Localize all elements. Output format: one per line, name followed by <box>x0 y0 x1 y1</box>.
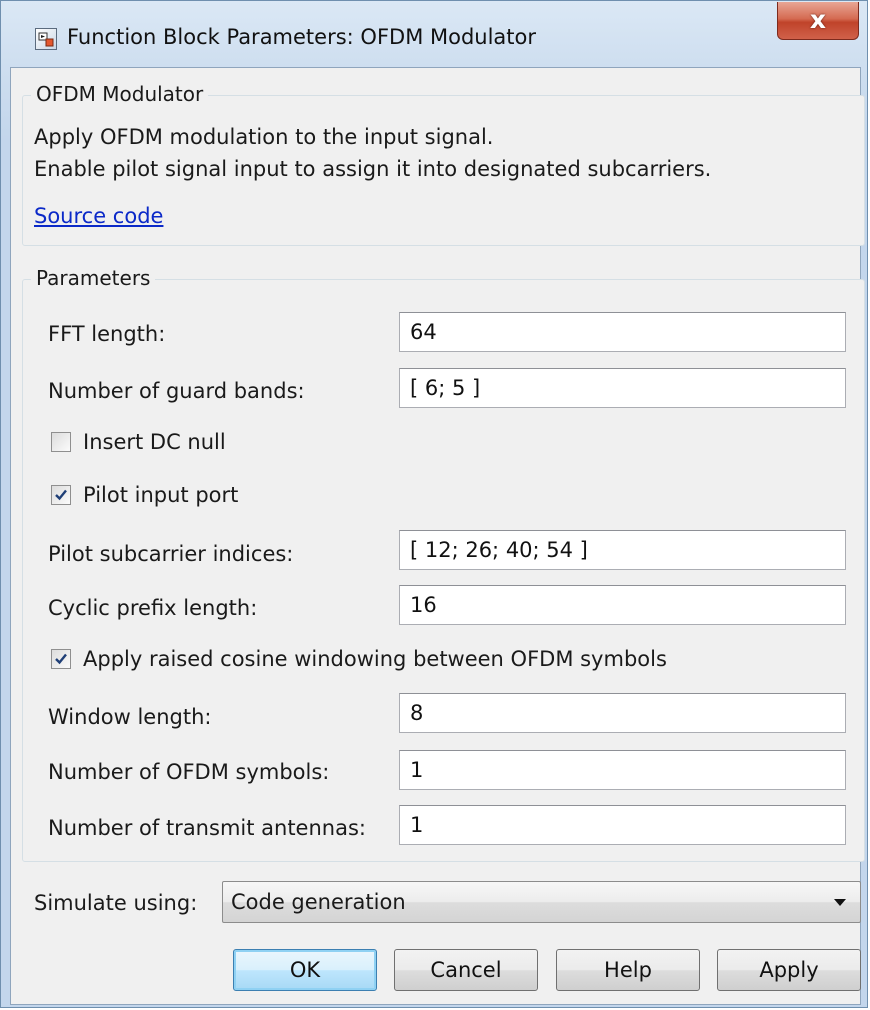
description-group-title: OFDM Modulator <box>31 82 209 106</box>
simulate-using-value: Code generation <box>231 890 406 914</box>
description-line-2: Enable pilot signal input to assign it i… <box>34 157 712 181</box>
help-button[interactable]: Help <box>556 949 700 991</box>
simulate-using-label: Simulate using: <box>34 891 198 915</box>
close-icon: x <box>809 5 827 34</box>
checkmark-icon <box>55 653 67 665</box>
dialog-window: Function Block Parameters: OFDM Modulato… <box>0 0 868 1008</box>
ok-button[interactable]: OK <box>233 949 377 991</box>
fft-length-input[interactable]: 64 <box>399 312 846 352</box>
raised-cosine-checkbox[interactable] <box>51 649 71 669</box>
raised-cosine-label[interactable]: Apply raised cosine windowing between OF… <box>83 647 667 671</box>
guard-bands-label: Number of guard bands: <box>48 379 305 403</box>
cancel-button[interactable]: Cancel <box>394 949 538 991</box>
window-title: Function Block Parameters: OFDM Modulato… <box>67 25 537 49</box>
cyclic-prefix-input[interactable]: 16 <box>399 585 846 625</box>
num-symbols-input[interactable]: 1 <box>399 750 846 790</box>
cyclic-prefix-label: Cyclic prefix length: <box>48 596 258 620</box>
fft-length-label: FFT length: <box>48 322 166 346</box>
checkmark-icon <box>55 489 67 501</box>
chevron-down-icon <box>834 899 846 906</box>
num-antennas-input[interactable]: 1 <box>399 805 846 845</box>
description-line-1: Apply OFDM modulation to the input signa… <box>34 125 494 149</box>
pilot-indices-label: Pilot subcarrier indices: <box>48 542 294 566</box>
simulate-using-dropdown[interactable]: Code generation <box>222 881 861 923</box>
apply-button[interactable]: Apply <box>717 949 861 991</box>
pilot-indices-input[interactable]: [ 12; 26; 40; 54 ] <box>399 530 846 570</box>
title-bar[interactable]: Function Block Parameters: OFDM Modulato… <box>1 1 867 77</box>
parameters-group-title: Parameters <box>31 266 156 290</box>
insert-dc-null-checkbox[interactable] <box>51 432 71 452</box>
source-code-link[interactable]: Source code <box>34 204 163 228</box>
close-button[interactable]: x <box>777 2 859 40</box>
num-symbols-label: Number of OFDM symbols: <box>48 760 330 784</box>
num-antennas-label: Number of transmit antennas: <box>48 816 366 840</box>
simulink-block-icon <box>35 28 57 50</box>
pilot-input-port-label[interactable]: Pilot input port <box>83 483 238 507</box>
window-length-input[interactable]: 8 <box>399 693 846 733</box>
pilot-input-port-checkbox[interactable] <box>51 485 71 505</box>
insert-dc-null-label[interactable]: Insert DC null <box>83 430 226 454</box>
window-length-label: Window length: <box>48 705 212 729</box>
guard-bands-input[interactable]: [ 6; 5 ] <box>399 368 846 408</box>
